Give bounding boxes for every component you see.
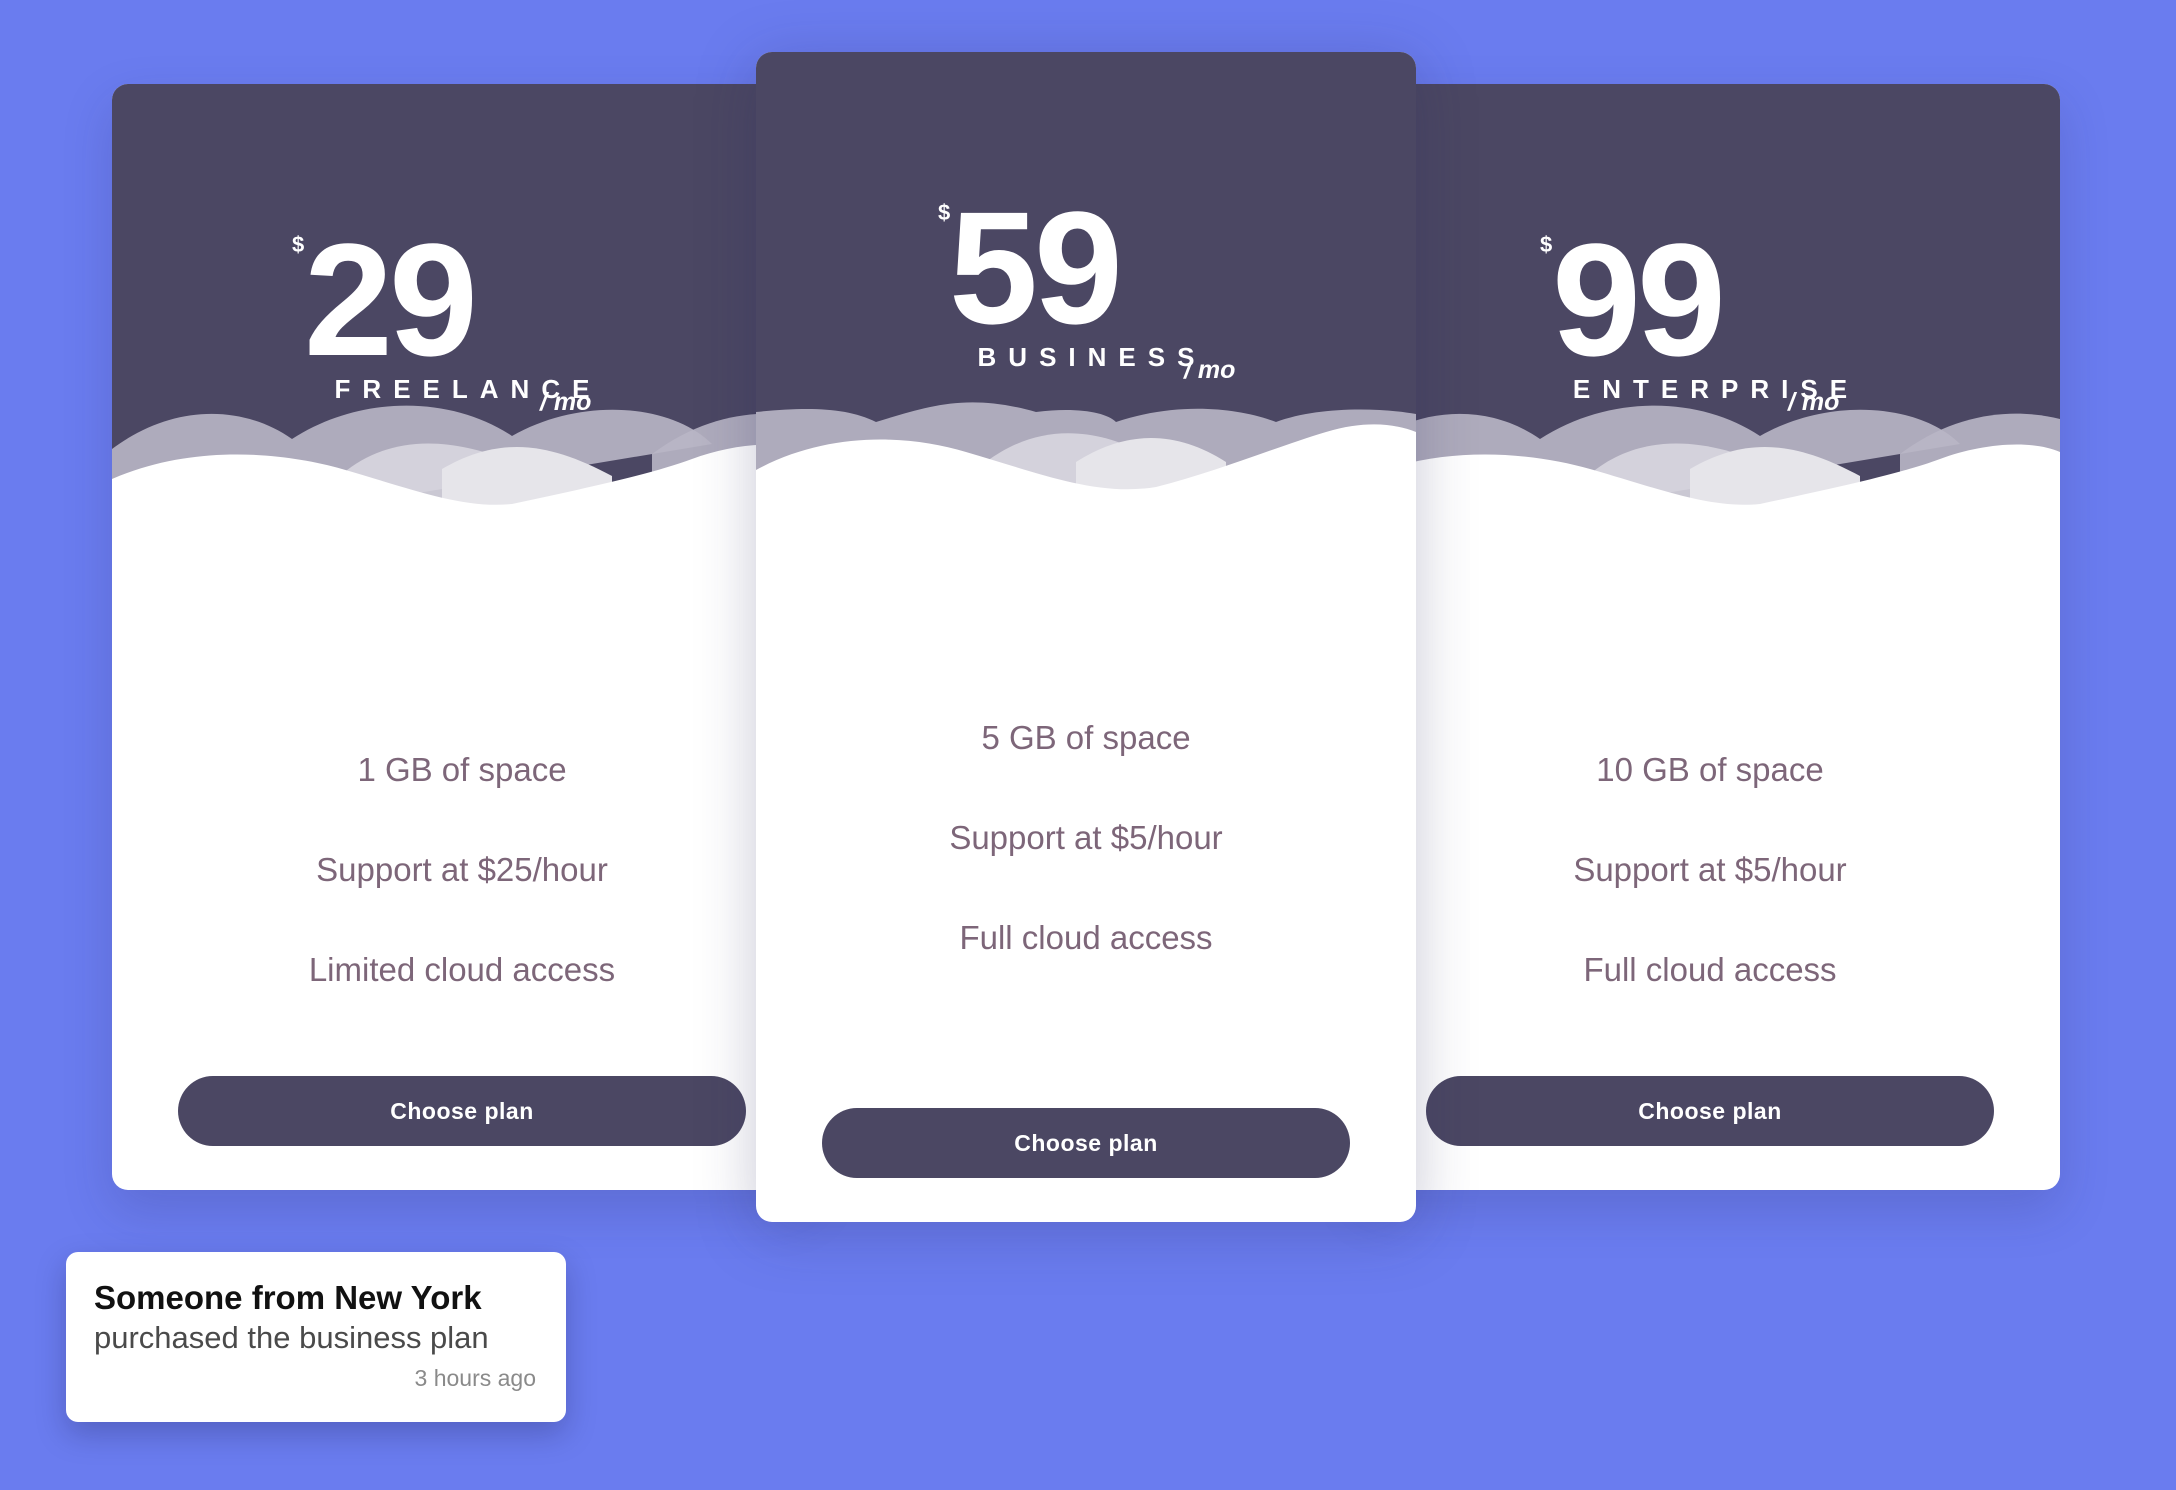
pricing-page: $ 29 / mo FREELANCE 1 GB of space Suppor… (0, 0, 2176, 1490)
price-amount: 59 (949, 178, 1123, 357)
feature-item: 1 GB of space (357, 751, 567, 788)
feature-item: Full cloud access (1583, 951, 1837, 988)
notification-title: Someone from New York (94, 1279, 482, 1316)
notification-time: 3 hours ago (414, 1365, 536, 1391)
price: $ 29 / mo (112, 202, 812, 442)
feature-item: Support at $5/hour (1573, 851, 1847, 888)
plan-name: FREELANCE (334, 374, 602, 404)
feature-item: Support at $5/hour (949, 819, 1223, 856)
price-amount: 29 (304, 210, 478, 389)
plan-header: $ 99 / mo ENTERPRISE (1360, 84, 2060, 544)
plan-card-enterprise: $ 99 / mo ENTERPRISE 10 GB of space Supp… (1360, 84, 2060, 1190)
notification-message: purchased the business plan (94, 1320, 489, 1355)
plan-name: ENTERPRISE (1572, 374, 1860, 404)
feature-list: 10 GB of space Support at $5/hour Full c… (1360, 720, 2060, 1020)
feature-item: Limited cloud access (308, 951, 616, 988)
feature-item: 10 GB of space (1596, 751, 1824, 788)
plan-card-freelance: $ 29 / mo FREELANCE 1 GB of space Suppor… (112, 84, 812, 1190)
price: $ 99 / mo (1360, 202, 2060, 442)
purchase-notification[interactable]: Someone from New York purchased the busi… (66, 1252, 566, 1422)
feature-list: 5 GB of space Support at $5/hour Full cl… (756, 688, 1416, 988)
choose-plan-button-enterprise[interactable]: Choose plan (1426, 1076, 1994, 1146)
feature-item: 5 GB of space (981, 719, 1191, 756)
plan-card-business: $ 59 / mo BUSINESS 5 GB of space Support… (756, 52, 1416, 1222)
choose-plan-button-business[interactable]: Choose plan (822, 1108, 1350, 1178)
currency-symbol: $ (292, 232, 305, 257)
feature-list: 1 GB of space Support at $25/hour Limite… (112, 720, 812, 1020)
price-amount: 99 (1552, 210, 1726, 389)
currency-symbol: $ (1540, 232, 1553, 257)
plan-header: $ 59 / mo BUSINESS (756, 52, 1416, 532)
choose-plan-button-freelance[interactable]: Choose plan (178, 1076, 746, 1146)
price: $ 59 / mo (756, 170, 1416, 410)
plan-header: $ 29 / mo FREELANCE (112, 84, 812, 544)
feature-item: Full cloud access (959, 919, 1213, 956)
feature-item: Support at $25/hour (316, 851, 608, 888)
plan-name: BUSINESS (977, 342, 1207, 372)
